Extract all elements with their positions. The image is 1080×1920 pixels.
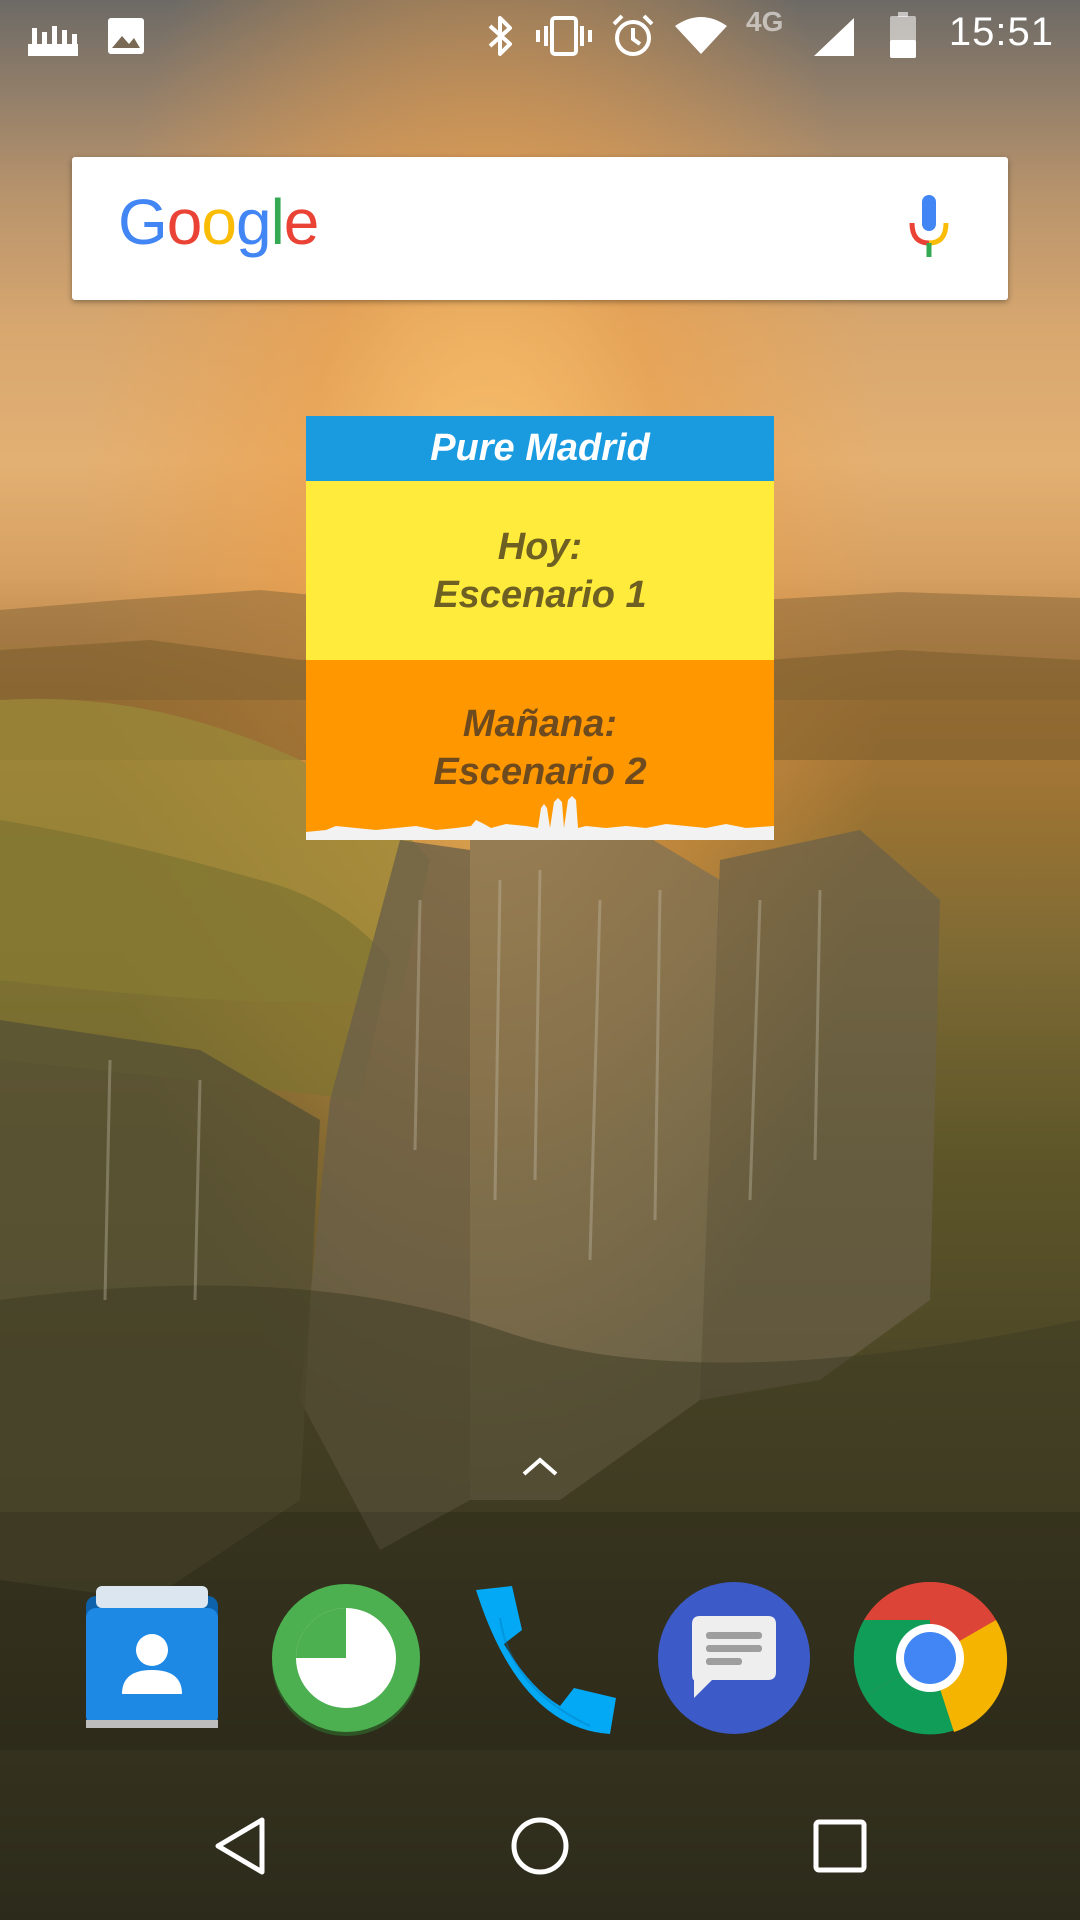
dock-app-phone[interactable] <box>460 1578 620 1738</box>
widget-today-section: Hoy: Escenario 1 <box>306 481 774 660</box>
home-button[interactable] <box>480 1776 600 1920</box>
dock-app-chrome[interactable] <box>850 1578 1010 1738</box>
network-type-label: 4G <box>746 6 784 37</box>
pie-clock-icon <box>266 1584 426 1742</box>
recents-button[interactable] <box>780 1776 900 1920</box>
messages-icon <box>654 1582 814 1742</box>
madrid-skyline-graphic <box>306 796 774 840</box>
clock-time: 15:51 <box>948 10 1054 54</box>
chrome-icon <box>850 1581 1010 1742</box>
status-bar: 4G 15:51 <box>0 0 1080 72</box>
back-button[interactable] <box>180 1776 300 1920</box>
recents-icon <box>813 1819 867 1878</box>
bluetooth-icon <box>486 14 516 63</box>
signal-bars-notification-icon <box>28 22 80 63</box>
widget-tomorrow-section: Mañana: Escenario 2 <box>306 660 774 840</box>
today-value: Escenario 1 <box>433 573 647 616</box>
google-search-bar[interactable]: Google <box>72 157 1008 300</box>
wifi-icon <box>674 16 728 61</box>
tomorrow-label: Mañana: <box>462 703 618 745</box>
mic-icon[interactable] <box>906 193 952 268</box>
tomorrow-value: Escenario 2 <box>433 751 647 793</box>
app-drawer-arrow-icon[interactable] <box>520 1452 560 1485</box>
pure-madrid-widget[interactable]: Pure Madrid Hoy: Escenario 1 Mañana: Esc… <box>306 416 774 840</box>
home-icon <box>510 1816 570 1881</box>
dock-app-clock[interactable] <box>266 1578 426 1738</box>
navigation-bar <box>0 1776 1080 1920</box>
contacts-icon <box>72 1586 232 1742</box>
dock-app-messages[interactable] <box>654 1578 814 1738</box>
cell-signal-icon <box>812 16 856 63</box>
widget-title: Pure Madrid <box>306 416 774 481</box>
google-logo: Google <box>118 186 319 258</box>
phone-icon <box>460 1586 620 1742</box>
image-notification-icon <box>106 16 146 61</box>
vibrate-icon <box>536 14 592 63</box>
battery-icon <box>888 12 918 65</box>
dock-app-contacts[interactable] <box>72 1578 232 1738</box>
back-icon <box>212 1816 268 1881</box>
alarm-icon <box>610 12 656 63</box>
today-label: Hoy: <box>497 525 583 568</box>
